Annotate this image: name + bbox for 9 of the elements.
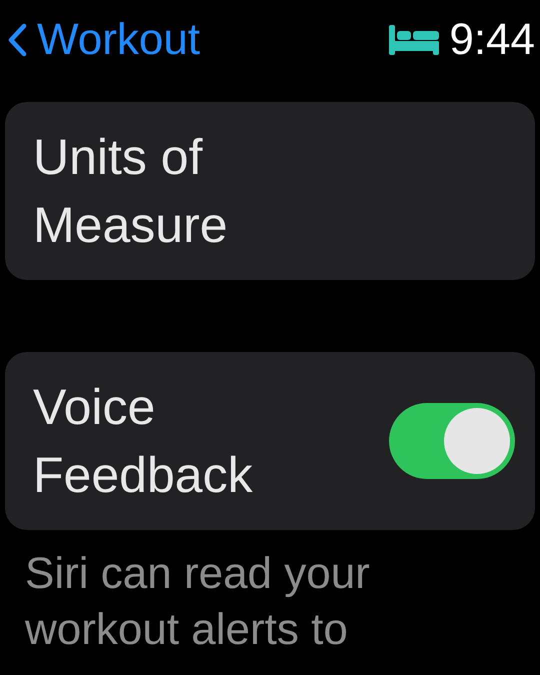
back-chevron-icon [7,23,27,57]
row-label: Voice Feedback [33,378,254,505]
back-button[interactable]: Workout [5,15,200,65]
bed-icon [387,23,442,57]
row-label: Units of Measure [33,128,229,255]
clock-time: 9:44 [449,15,535,65]
footnote-text: Siri can read your workout alerts to [25,548,371,656]
settings-row[interactable]: Units of Measure [5,102,535,280]
toggle-row[interactable]: Voice Feedback [5,352,535,530]
